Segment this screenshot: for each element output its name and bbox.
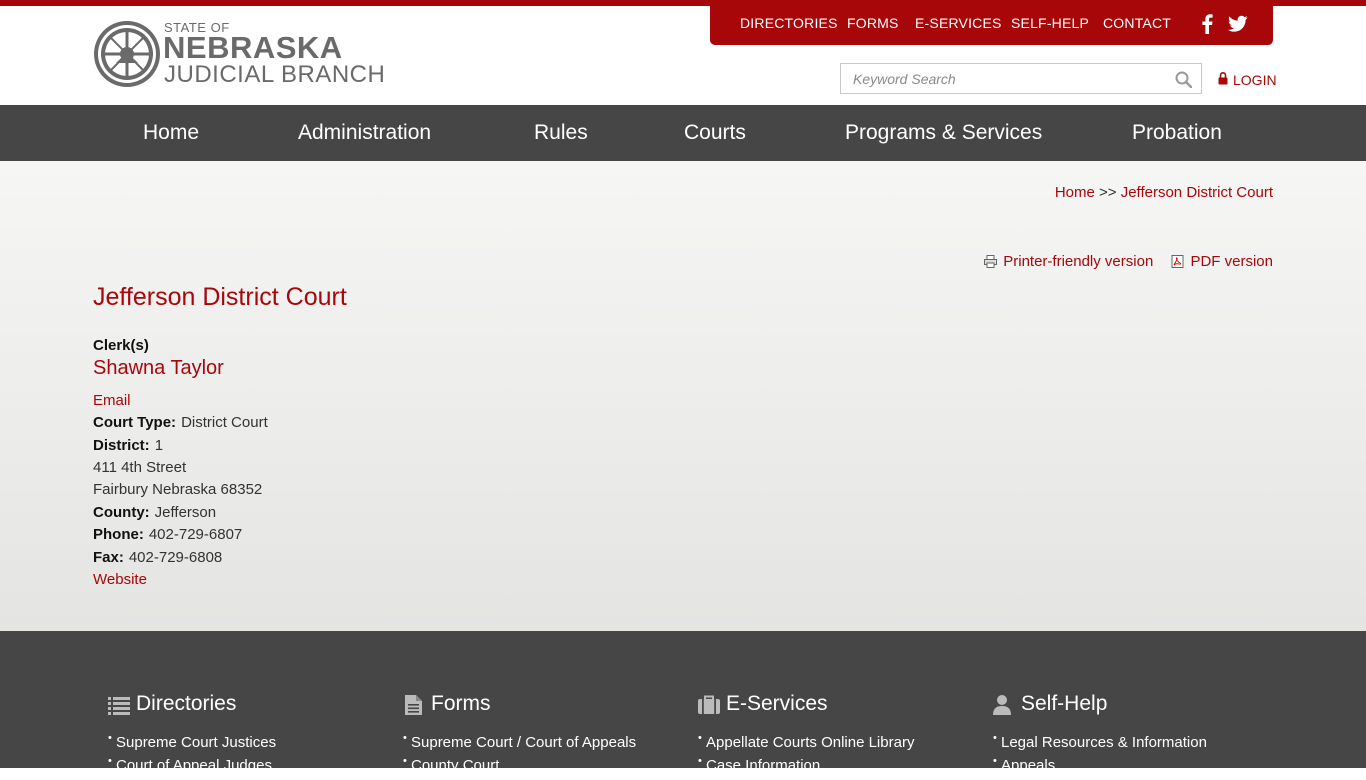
footer-list: Supreme Court / Court of Appeals County … (403, 732, 636, 780)
util-nav-forms[interactable]: FORMS (847, 15, 899, 31)
district-value: 1 (154, 437, 164, 454)
county-label: County: (93, 504, 150, 521)
page-tools: Printer-friendly version PDF version (984, 253, 1273, 270)
email-link[interactable]: Email (93, 392, 131, 409)
main-nav-courts[interactable]: Courts (684, 121, 746, 145)
list-item[interactable]: Appellate Courts Online Library (698, 732, 914, 757)
list-item[interactable]: Court of Appeal Judges (108, 755, 276, 780)
breadcrumb-separator: >> (1099, 184, 1117, 201)
address-line-1: 411 4th Street (93, 459, 187, 476)
main-nav-administration[interactable]: Administration (298, 121, 431, 145)
district-label: District: (93, 437, 150, 454)
court-type-value: District Court (181, 414, 268, 431)
main-nav-rules[interactable]: Rules (534, 121, 588, 145)
list-item[interactable]: Legal Resources & Information (993, 732, 1207, 757)
lock-icon (1218, 72, 1228, 85)
pdf-version-link[interactable]: PDF version (1171, 253, 1273, 270)
footer-link[interactable]: Legal Resources & Information (1001, 734, 1207, 751)
list-item[interactable]: County Court (403, 755, 636, 780)
logo-judicial-branch: JUDICIAL BRANCH (164, 61, 386, 88)
document-icon (405, 695, 422, 715)
util-nav-e-services[interactable]: E-SERVICES (915, 15, 1002, 31)
fax-value: 402-729-6808 (128, 549, 223, 566)
pdf-version-label: PDF version (1190, 253, 1273, 270)
footer-heading-label: Directories (136, 692, 237, 715)
footer-list: Supreme Court Justices Court of Appeal J… (108, 732, 276, 780)
printer-friendly-link[interactable]: Printer-friendly version (984, 253, 1157, 270)
util-nav-contact[interactable]: CONTACT (1103, 15, 1171, 31)
phone-label: Phone: (93, 526, 144, 543)
login-link[interactable]: LOGIN (1233, 72, 1277, 88)
main-nav: Home Administration Rules Courts Program… (0, 105, 1366, 161)
util-nav-self-help[interactable]: SELF-HELP (1011, 15, 1089, 31)
pdf-icon (1171, 255, 1184, 268)
footer-list: Legal Resources & Information Appeals (993, 732, 1207, 780)
briefcase-icon (698, 695, 720, 714)
list-item[interactable]: Appeals (993, 755, 1207, 780)
website-link[interactable]: Website (93, 571, 147, 588)
twitter-icon[interactable] (1228, 15, 1248, 33)
footer-link[interactable]: Supreme Court / Court of Appeals (411, 734, 636, 751)
footer-list: Appellate Courts Online Library Case Inf… (698, 732, 914, 780)
footer-link[interactable]: Court of Appeal Judges (116, 757, 272, 774)
footer-link[interactable]: County Court (411, 757, 499, 774)
list-icon (108, 697, 130, 715)
state-seal-icon (94, 21, 160, 87)
clerk-name-link[interactable]: Shawna Taylor (93, 357, 224, 379)
court-type-label: Court Type: (93, 414, 177, 431)
util-nav-directories[interactable]: DIRECTORIES (740, 15, 838, 31)
footer-heading-label: Self-Help (1021, 692, 1108, 715)
breadcrumb-current[interactable]: Jefferson District Court (1121, 184, 1273, 201)
list-item[interactable]: Case Information (698, 755, 914, 780)
clerks-label: Clerk(s) (93, 337, 149, 354)
list-item[interactable]: Supreme Court / Court of Appeals (403, 732, 636, 757)
page-title: Jefferson District Court (93, 283, 347, 311)
phone-value: 402-729-6807 (148, 526, 243, 543)
main-nav-probation[interactable]: Probation (1132, 121, 1222, 145)
main-nav-programs-services[interactable]: Programs & Services (845, 121, 1042, 145)
county-value: Jefferson (154, 504, 217, 521)
footer-heading-label: E-Services (726, 692, 828, 715)
fax-label: Fax: (93, 549, 124, 566)
footer: Directories Supreme Court Justices Court… (0, 631, 1366, 774)
footer-link[interactable]: Appellate Courts Online Library (706, 734, 914, 751)
facebook-icon[interactable] (1200, 14, 1214, 34)
breadcrumb: Home >> Jefferson District Court (1055, 184, 1273, 201)
search-input[interactable] (841, 64, 1173, 93)
main-content: Home >> Jefferson District Court Printer… (0, 161, 1366, 631)
search-icon[interactable] (1175, 71, 1192, 88)
printer-friendly-label: Printer-friendly version (1003, 253, 1154, 270)
utility-nav: DIRECTORIES FORMS E-SERVICES SELF-HELP C… (710, 6, 1273, 45)
footer-link[interactable]: Supreme Court Justices (116, 734, 276, 751)
printer-icon (984, 255, 998, 268)
main-nav-home[interactable]: Home (143, 121, 199, 145)
site-logo[interactable]: STATE OF NEBRASKA JUDICIAL BRANCH (92, 19, 392, 93)
person-icon (993, 695, 1011, 715)
footer-heading-label: Forms (431, 692, 491, 715)
keyword-search (840, 63, 1202, 94)
footer-link[interactable]: Case Information (706, 757, 820, 774)
footer-link[interactable]: Appeals (1001, 757, 1055, 774)
breadcrumb-home[interactable]: Home (1055, 184, 1095, 201)
address-line-2: Fairbury Nebraska 68352 (93, 481, 263, 498)
list-item[interactable]: Supreme Court Justices (108, 732, 276, 757)
